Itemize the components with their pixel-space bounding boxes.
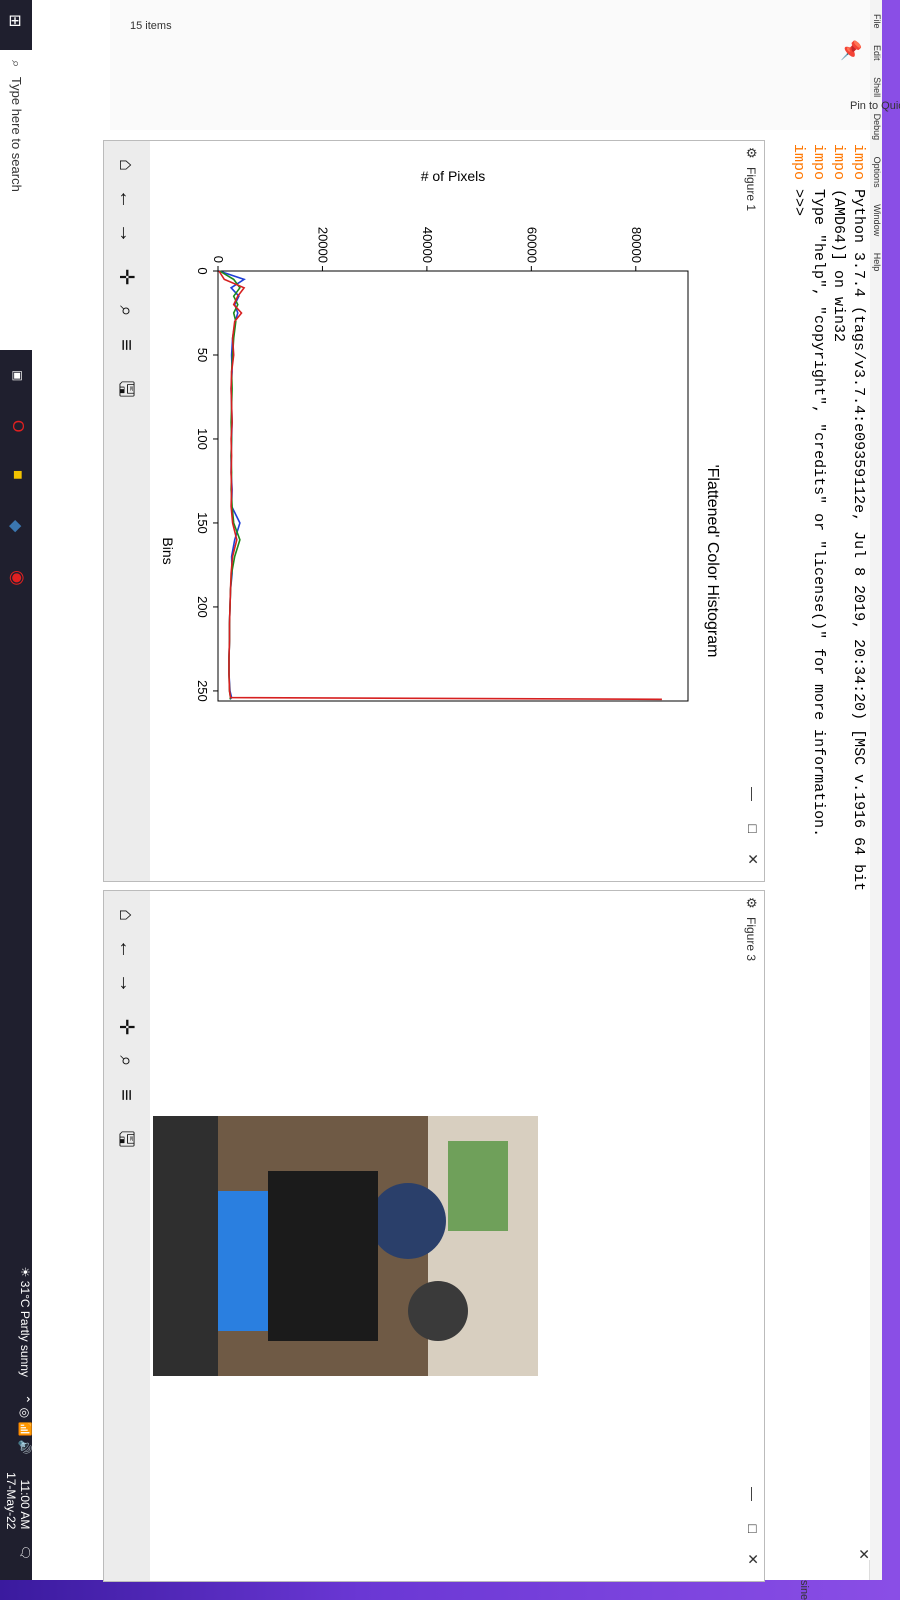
matplotlib-icon: ⚙ [744, 897, 759, 909]
x-tick-label: 100 [195, 428, 210, 450]
y-axis-label: # of Pixels [421, 168, 486, 184]
zoom-icon[interactable]: ⌕ [112, 297, 140, 325]
y-tick-label: 40000 [420, 227, 435, 263]
save-icon[interactable]: 🖫 [112, 1125, 140, 1153]
shell-prompt[interactable]: impo >>> [788, 144, 808, 891]
configure-subplots-icon[interactable]: ≡ [112, 1081, 140, 1109]
weather-icon: ☀ [18, 1266, 32, 1278]
notification-icon[interactable]: 🗨 [18, 1545, 32, 1560]
minimize-button[interactable]: — [745, 1487, 761, 1501]
items-count: 15 items [130, 20, 172, 32]
figure-3-toolbar: ⌂ ← → ✛ ⌕ ≡ 🖫 [104, 891, 150, 1581]
pan-icon[interactable]: ✛ [112, 1013, 140, 1041]
menu-options[interactable]: Options [872, 157, 882, 188]
window-close-icon[interactable]: ✕ [855, 1548, 872, 1560]
clock-time[interactable]: 11:00 AM [18, 1472, 32, 1530]
menu-debug[interactable]: Debug [872, 114, 882, 141]
shell-line: impo Python 3.7.4 (tags/v3.7.4:e09359112… [850, 144, 867, 892]
x-tick-label: 50 [195, 348, 210, 362]
x-tick-label: 150 [195, 512, 210, 534]
home-icon[interactable]: ⌂ [112, 901, 140, 929]
photo-of-laptop-screen: File Edit Shell Debug Options Window Hel… [0, 0, 900, 1600]
python-shell[interactable]: impo Python 3.7.4 (tags/v3.7.4:e09359112… [103, 130, 872, 1600]
taskbar: ⊞ ⌕ Type here to search ▣ O ■ ◆ ◉ ☀ 31°C… [0, 0, 32, 1580]
menu-bar: File Edit Shell Debug Options Window Hel… [869, 0, 882, 1580]
back-icon[interactable]: ← [112, 935, 140, 963]
y-tick-label: 80000 [629, 227, 644, 263]
figure-3-title: Figure 3 [744, 917, 758, 962]
right-panel-label: siness... [798, 1580, 810, 1600]
x-tick-label: 250 [195, 680, 210, 702]
menu-file[interactable]: File [872, 14, 882, 29]
home-icon[interactable]: ⌂ [112, 151, 140, 179]
y-tick-label: 60000 [524, 227, 539, 263]
menu-edit[interactable]: Edit [872, 45, 882, 61]
maximize-button[interactable]: □ [745, 825, 761, 833]
shell-line: impo Type "help", "copyright", "credits"… [810, 144, 827, 838]
y-tick-label: 20000 [315, 227, 330, 263]
maximize-button[interactable]: □ [745, 1525, 761, 1533]
figure-1-toolbar: ⌂ ← → ✛ ⌕ ≡ 🖫 [104, 141, 150, 881]
weather-text[interactable]: 31°C Partly sunny [18, 1281, 32, 1377]
record-icon[interactable]: ◉ [7, 570, 28, 586]
search-placeholder: Type here to search [9, 76, 24, 192]
python-icon[interactable]: ◆ [6, 520, 26, 532]
displayed-photo [153, 1116, 538, 1376]
x-tick-label: 200 [195, 596, 210, 618]
pin-to-quick-access-label[interactable]: Pin to Quick access [850, 100, 900, 112]
save-icon[interactable]: 🖫 [112, 375, 140, 403]
x-axis-label: Bins [160, 537, 176, 564]
series-line-2 [218, 270, 662, 701]
figure-3-titlebar[interactable]: ⚙ Figure 3 — □ ✕ [738, 891, 764, 1581]
close-button[interactable]: ✕ [744, 853, 761, 865]
taskview-icon[interactable]: ▣ [11, 370, 25, 381]
taskbar-search[interactable]: ⌕ Type here to search [0, 50, 32, 350]
forward-icon[interactable]: → [112, 969, 140, 997]
rotated-screen: File Edit Shell Debug Options Window Hel… [0, 0, 900, 1600]
forward-icon[interactable]: → [112, 219, 140, 247]
minimize-button[interactable]: — [745, 787, 761, 801]
explorer-quick-access: 📌 Pin to Quick access 15 items [110, 0, 900, 131]
menu-window[interactable]: Window [872, 204, 882, 236]
system-tray: ☀ 31°C Partly sunny ⌃ ◎ 📶 🔊 11:00 AM 17-… [0, 1267, 32, 1560]
axes-frame [217, 270, 689, 702]
figure-1-titlebar[interactable]: ⚙ Figure 1 — □ ✕ [738, 141, 764, 881]
pan-icon[interactable]: ✛ [112, 263, 140, 291]
close-button[interactable]: ✕ [744, 1553, 761, 1565]
tray-icons[interactable]: ⌃ ◎ 📶 🔊 [18, 1394, 32, 1454]
plot-area: 0 50 100 150 200 250 0 20000 40000 60000 80000 [195, 227, 689, 702]
files-icon[interactable]: ■ [8, 470, 26, 480]
figure-3-window[interactable]: ⚙ Figure 3 — □ ✕ ⌂ ← → ✛ ⌕ ≡ 🖫 [103, 890, 765, 1582]
opera-icon[interactable]: O [8, 420, 26, 432]
figure-3-canvas [150, 891, 738, 1581]
menu-help[interactable]: Help [872, 253, 882, 272]
screen: File Edit Shell Debug Options Window Hel… [22, 0, 900, 1600]
figure-1-window[interactable]: ⚙ Figure 1 — □ ✕ 'Flattened' Color Histo… [103, 140, 765, 882]
figure-1-title: Figure 1 [744, 167, 758, 212]
zoom-icon[interactable]: ⌕ [112, 1047, 140, 1075]
configure-subplots-icon[interactable]: ≡ [112, 331, 140, 359]
search-icon: ⌕ [9, 60, 24, 68]
shell-line: impo (AMD64)] on win32 [830, 144, 847, 343]
y-tick-label: 0 [211, 256, 226, 263]
pin-icon[interactable]: 📌 [840, 41, 862, 62]
figure-1-canvas: 'Flattened' Color Histogram # of Pixels … [150, 141, 738, 881]
menu-shell[interactable]: Shell [872, 77, 882, 97]
start-button[interactable]: ⊞ [5, 14, 25, 27]
x-tick-label: 0 [195, 267, 210, 274]
back-icon[interactable]: ← [112, 185, 140, 213]
shell-output: impo Python 3.7.4 (tags/v3.7.4:e09359112… [788, 144, 868, 891]
matplotlib-icon: ⚙ [744, 147, 759, 159]
clock-date[interactable]: 17-May-22 [4, 1472, 18, 1529]
histogram-chart: 'Flattened' Color Histogram # of Pixels … [160, 168, 721, 702]
chart-title: 'Flattened' Color Histogram [704, 465, 721, 658]
